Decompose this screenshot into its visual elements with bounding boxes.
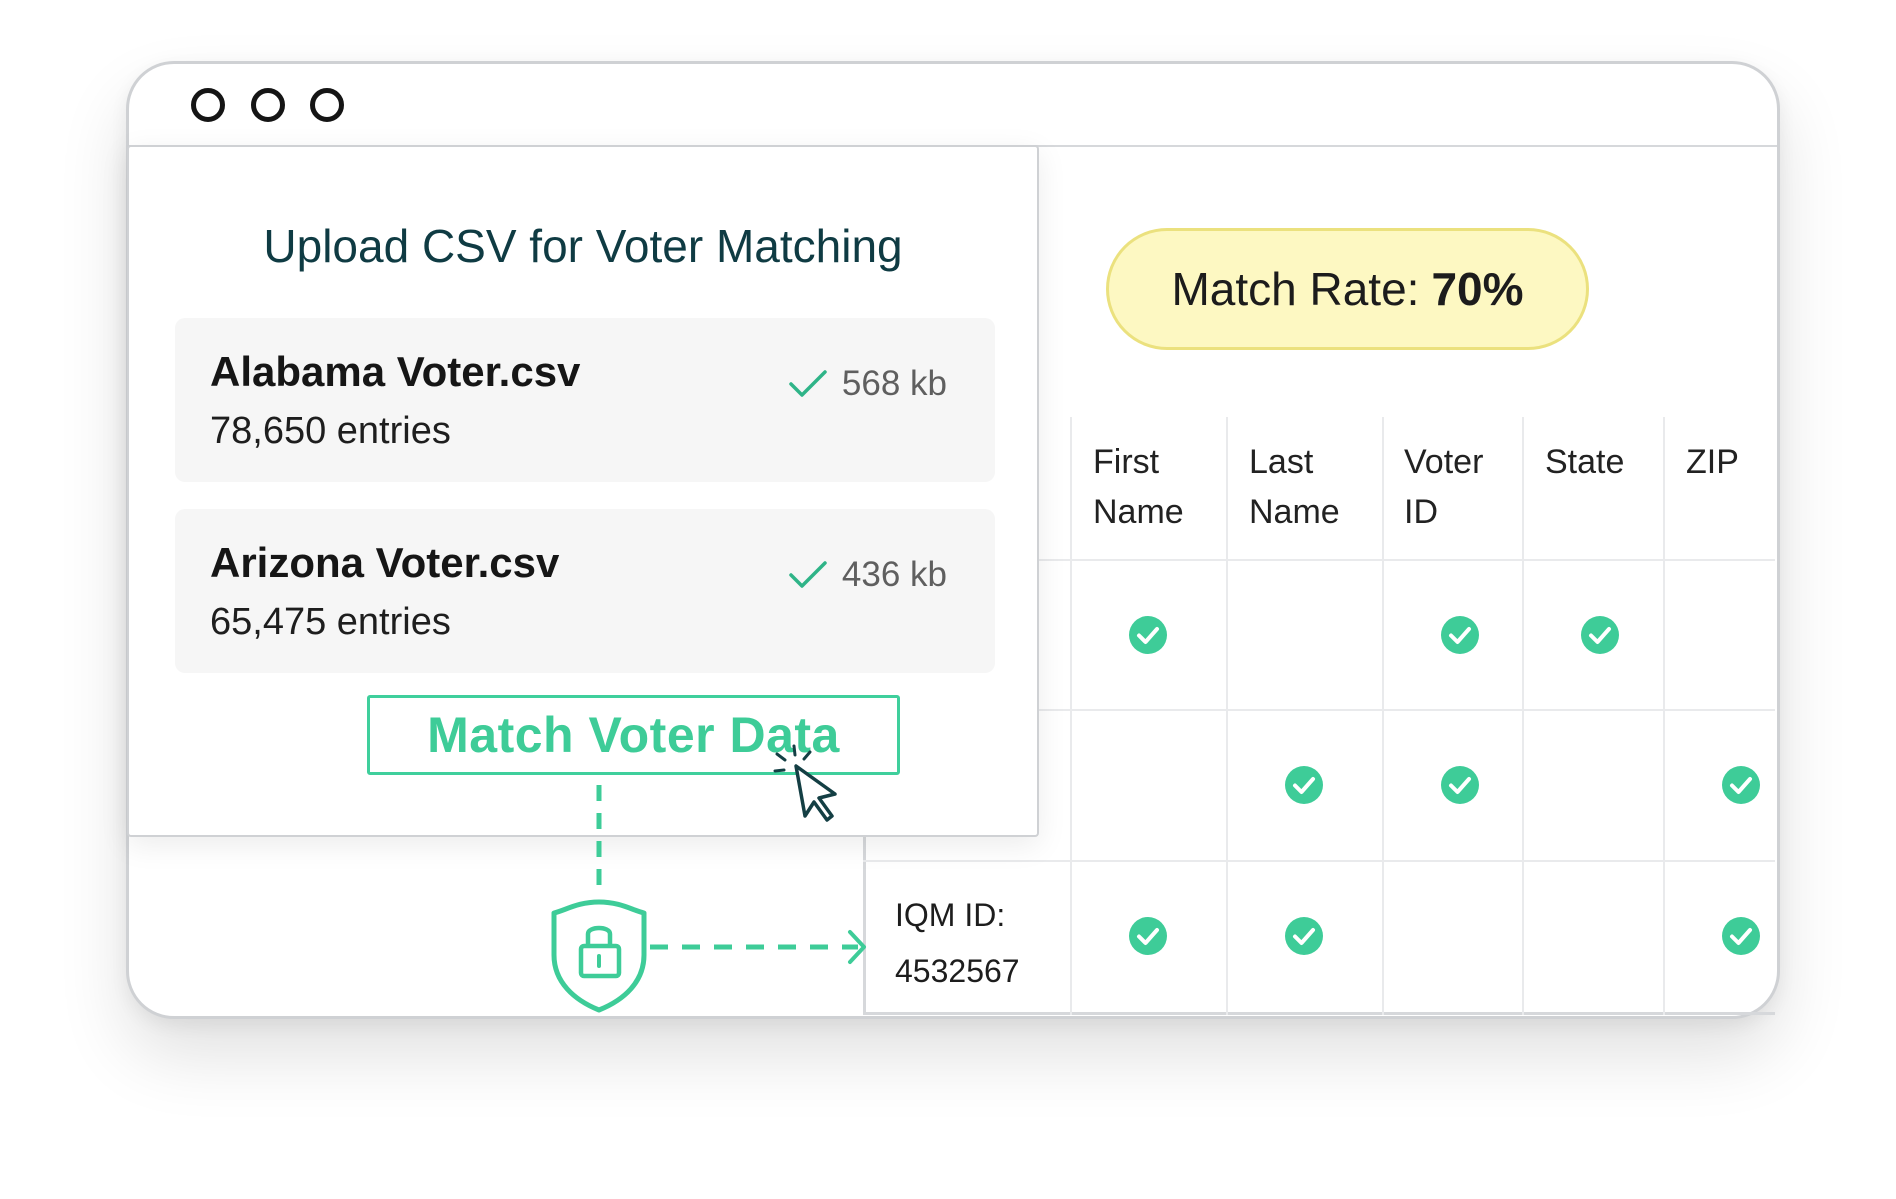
connector-overlay bbox=[551, 744, 866, 1013]
shield-lock-icon bbox=[551, 899, 647, 1013]
cursor-click-icon bbox=[773, 744, 837, 822]
